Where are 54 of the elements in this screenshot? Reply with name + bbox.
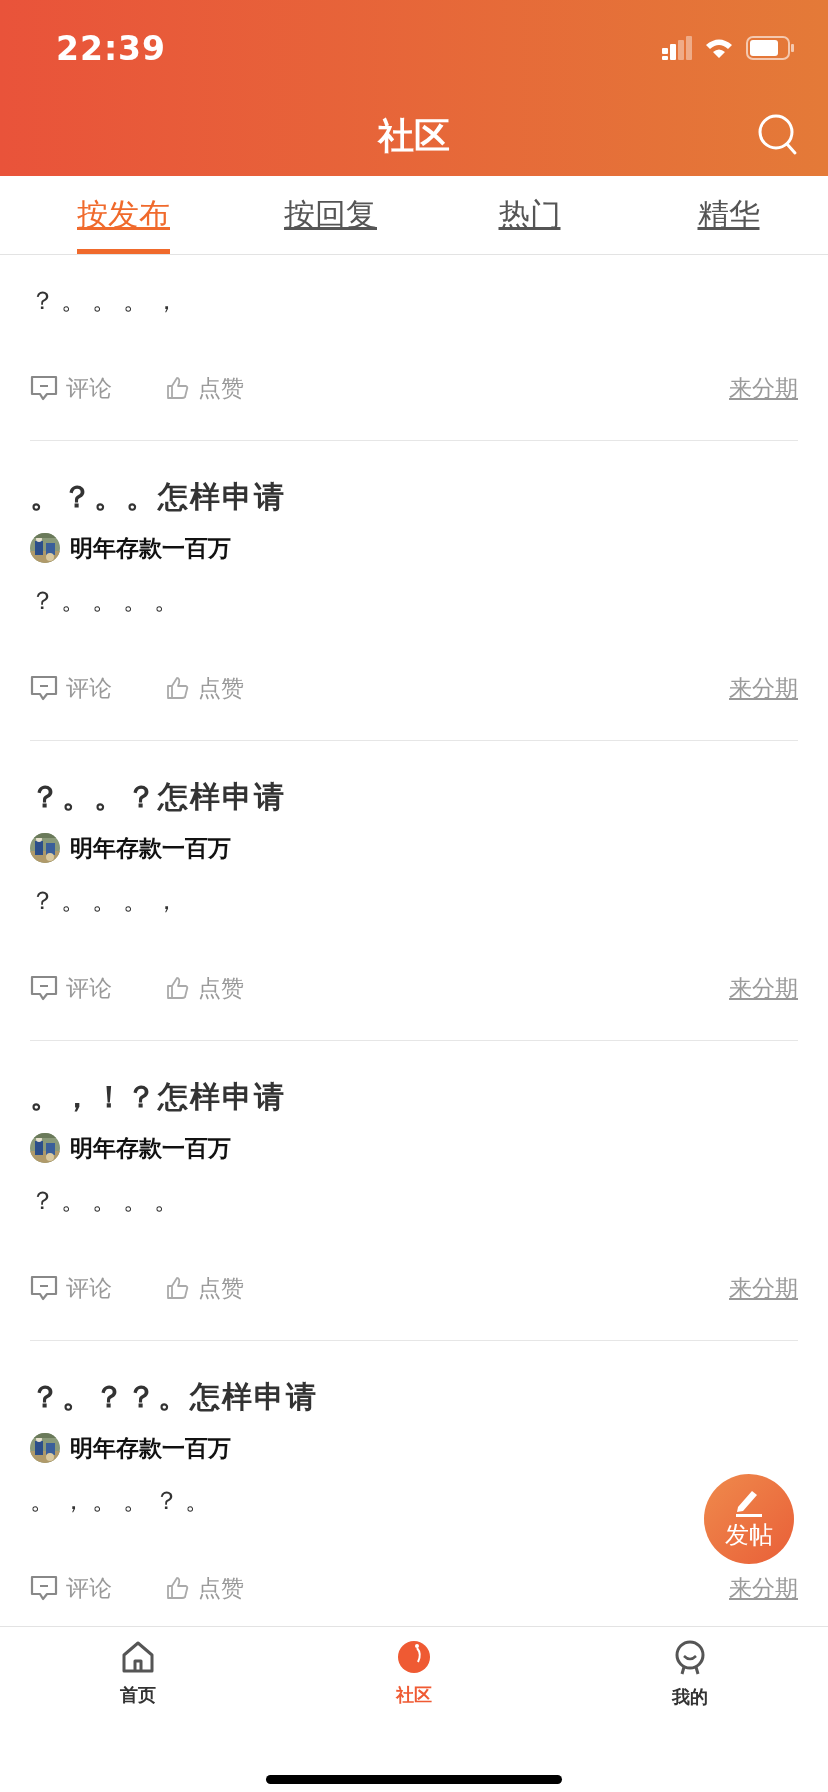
battery-icon [746, 36, 794, 60]
new-post-button[interactable]: 发帖 [704, 1474, 794, 1564]
tab[interactable]: 热门 [430, 176, 629, 254]
post-title[interactable]: ？。？？。怎样申请 [30, 1373, 798, 1421]
post-title[interactable]: 。？。。怎样申请 [30, 473, 798, 521]
thumbs-up-icon[interactable] [166, 376, 190, 400]
comment-label[interactable]: 评论 [66, 672, 112, 704]
post-title[interactable]: ？。。？怎样申请 [30, 773, 798, 821]
like-label[interactable]: 点赞 [198, 1272, 244, 1304]
tab[interactable]: 按回复 [231, 176, 430, 254]
like-label[interactable]: 点赞 [198, 1572, 244, 1604]
comment-label[interactable]: 评论 [66, 1272, 112, 1304]
tab[interactable]: 按发布 [77, 176, 170, 254]
comment-icon[interactable] [30, 1275, 58, 1301]
comment-icon[interactable] [30, 675, 58, 701]
comment-icon[interactable] [30, 975, 58, 1001]
comment-label[interactable]: 评论 [66, 372, 112, 404]
category-link[interactable]: 来分期 [729, 372, 798, 404]
tab[interactable]: 精华 [629, 176, 828, 254]
author-name: 明年存款一百万 [70, 1433, 231, 1463]
status-time: 22:39 [56, 28, 167, 68]
nav-item[interactable]: 社区 [276, 1627, 552, 1745]
comment-label[interactable]: 评论 [66, 1572, 112, 1604]
comment-label[interactable]: 评论 [66, 972, 112, 1004]
post-body: ？。。。。 [30, 1185, 185, 1217]
like-label[interactable]: 点赞 [198, 672, 244, 704]
like-label[interactable]: 点赞 [198, 372, 244, 404]
search-icon[interactable] [758, 114, 798, 156]
post-body: ？。。。， [30, 885, 185, 917]
category-link[interactable]: 来分期 [729, 672, 798, 704]
thumbs-up-icon[interactable] [166, 1576, 190, 1600]
comment-icon[interactable] [30, 375, 58, 401]
comment-icon[interactable] [30, 1575, 58, 1601]
author-name: 明年存款一百万 [70, 833, 231, 863]
wifi-icon [704, 37, 734, 59]
like-label[interactable]: 点赞 [198, 972, 244, 1004]
home-icon [120, 1639, 156, 1675]
nav-item[interactable]: 我的 [552, 1627, 828, 1745]
ball-icon [395, 1639, 433, 1675]
page-title: 社区 [378, 113, 450, 158]
thumbs-up-icon[interactable] [166, 676, 190, 700]
author-name: 明年存款一百万 [70, 533, 231, 563]
category-link[interactable]: 来分期 [729, 972, 798, 1004]
signal-icon [662, 36, 692, 60]
nav-item[interactable]: 首页 [0, 1627, 276, 1745]
category-link[interactable]: 来分期 [729, 1272, 798, 1304]
post-body: 。，。。？。 [30, 1485, 216, 1517]
author-name: 明年存款一百万 [70, 1133, 231, 1163]
post-body: ？。。。。 [30, 585, 185, 617]
thumbs-up-icon[interactable] [166, 1276, 190, 1300]
category-link[interactable]: 来分期 [729, 1572, 798, 1604]
thumbs-up-icon[interactable] [166, 976, 190, 1000]
post-body: ？。。。， [30, 285, 185, 317]
post-title[interactable]: 。，！？怎样申请 [30, 1073, 798, 1121]
